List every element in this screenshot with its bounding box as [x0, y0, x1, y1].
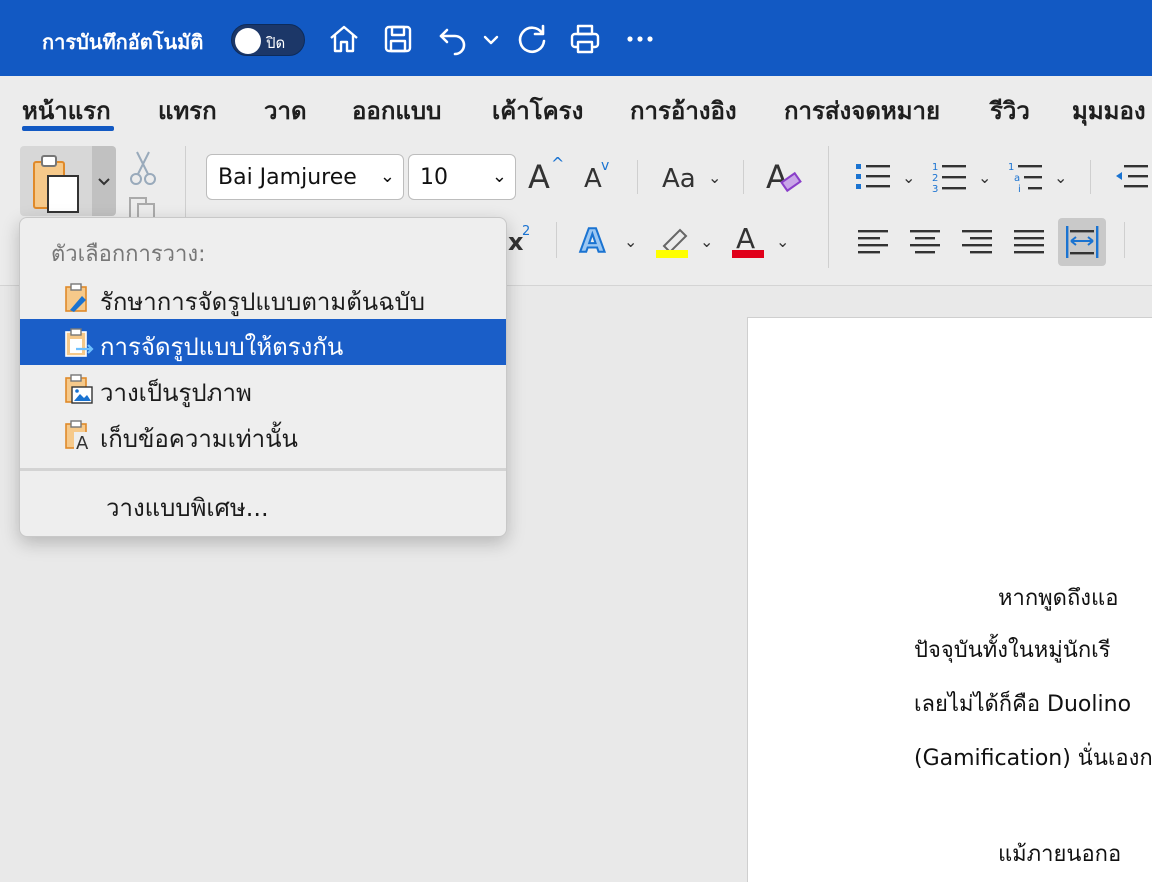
font-name-value: Bai Jamjuree — [218, 165, 357, 190]
paste-button[interactable] — [20, 146, 92, 216]
svg-text:2: 2 — [932, 173, 938, 184]
shrink-font-button[interactable]: A — [584, 164, 602, 194]
doc-line: (Gamification) นั่นเองก — [914, 746, 1152, 771]
paste-options-header: ตัวเลือกการวาง: — [51, 242, 206, 267]
svg-text:1: 1 — [932, 162, 938, 173]
ribbon-separator — [1124, 222, 1125, 258]
tab-mailings[interactable]: การส่งจดหมาย — [784, 91, 940, 130]
change-case-button[interactable]: Aa — [662, 164, 696, 194]
font-size-combo[interactable]: 10 ⌄ — [408, 154, 516, 200]
tab-layout[interactable]: เค้าโครง — [492, 91, 583, 130]
paste-as-picture-icon — [65, 374, 93, 404]
ribbon-separator — [743, 160, 744, 194]
autosave-state: ปิด — [266, 34, 286, 52]
ribbon-separator — [1090, 160, 1091, 194]
menu-item-label: วางเป็นรูปภาพ — [100, 379, 252, 407]
menu-item-keep-source-formatting[interactable]: รักษาการจัดรูปแบบตามต้นฉบับ — [20, 274, 506, 320]
superscript-mark: 2 — [522, 224, 531, 239]
numbering-icon[interactable]: 123 — [932, 160, 968, 198]
menu-item-merge-formatting[interactable]: การจัดรูปแบบให้ตรงกัน — [20, 319, 506, 365]
clear-formatting-button[interactable]: A — [766, 158, 788, 196]
caret-up-icon: ^ — [551, 154, 565, 173]
autosave-toggle[interactable]: ปิด — [231, 24, 305, 56]
bullets-icon[interactable] — [856, 162, 892, 196]
chevron-down-icon[interactable]: ⌄ — [708, 168, 721, 187]
align-left-icon[interactable] — [858, 228, 890, 260]
autosave-label: การบันทึกอัตโนมัติ — [42, 30, 204, 54]
doc-line: หากพูดถึงแอ — [998, 586, 1119, 611]
tab-review[interactable]: รีวิว — [990, 91, 1030, 130]
align-right-icon[interactable] — [962, 228, 994, 260]
caret-down-icon: v — [601, 158, 610, 174]
ribbon-separator — [828, 146, 829, 268]
svg-text:A: A — [76, 433, 89, 451]
tab-home[interactable]: หน้าแรก — [22, 91, 111, 130]
save-icon[interactable] — [380, 20, 416, 58]
menu-item-label: รักษาการจัดรูปแบบตามต้นฉบับ — [100, 288, 426, 316]
chevron-down-icon[interactable]: ⌄ — [700, 232, 713, 251]
active-tab-indicator — [22, 126, 114, 131]
chevron-down-icon: ⌄ — [491, 166, 507, 187]
paste-dropdown-button[interactable] — [92, 146, 116, 216]
svg-text:3: 3 — [932, 184, 938, 194]
more-icon[interactable] — [622, 20, 658, 58]
chevron-down-icon[interactable] — [481, 26, 501, 54]
grow-font-button[interactable]: A — [528, 158, 550, 196]
menu-item-paste-as-picture[interactable]: วางเป็นรูปภาพ — [20, 365, 506, 411]
chevron-down-icon[interactable]: ⌄ — [624, 232, 637, 251]
menu-item-label: การจัดรูปแบบให้ตรงกัน — [100, 333, 344, 361]
font-color-swatch — [732, 250, 764, 258]
menu-item-label: เก็บข้อความเท่านั้น — [100, 425, 298, 453]
ribbon-separator — [556, 222, 557, 258]
keep-source-formatting-icon — [65, 283, 87, 312]
svg-text:1: 1 — [1008, 162, 1014, 173]
svg-text:i: i — [1018, 184, 1021, 194]
align-center-icon[interactable] — [910, 228, 942, 260]
tab-view[interactable]: มุมมอง — [1072, 91, 1146, 130]
toggle-knob — [235, 28, 261, 54]
chevron-down-icon — [98, 178, 110, 186]
highlighter-icon — [656, 228, 688, 258]
paste-special-item[interactable]: วางแบบพิเศษ... — [106, 488, 269, 527]
menu-item-keep-text-only[interactable]: A เก็บข้อความเท่านั้น — [20, 411, 506, 457]
tab-references[interactable]: การอ้างอิง — [630, 91, 737, 130]
distributed-button[interactable] — [1058, 218, 1106, 266]
tab-insert[interactable]: แทรก — [158, 91, 217, 130]
menu-divider — [20, 468, 506, 471]
ribbon-tabs: หน้าแรก แทรก วาด ออกแบบ เค้าโครง การอ้าง… — [0, 76, 1152, 134]
print-icon[interactable] — [567, 20, 603, 58]
decrease-indent-icon[interactable] — [1114, 162, 1152, 196]
multilevel-list-icon[interactable]: 1ai — [1008, 160, 1044, 198]
merge-formatting-icon — [65, 328, 94, 357]
paste-icon — [33, 155, 79, 213]
chevron-down-icon[interactable]: ⌄ — [902, 168, 915, 187]
font-size-value: 10 — [420, 165, 448, 190]
doc-line: เลยไม่ได้ก็คือ Duolino — [914, 692, 1132, 717]
font-name-combo[interactable]: Bai Jamjuree ⌄ — [206, 154, 404, 200]
chevron-down-icon: ⌄ — [379, 166, 395, 187]
doc-line: แม้ภายนอกอ — [998, 842, 1122, 867]
keep-text-only-icon: A — [65, 420, 92, 451]
doc-line: ปัจจุบันทั้งในหมู่นักเรี — [914, 638, 1111, 663]
tab-design[interactable]: ออกแบบ — [352, 91, 441, 130]
highlight-button[interactable] — [656, 224, 690, 264]
redo-icon[interactable] — [514, 20, 550, 58]
distributed-icon — [1066, 226, 1099, 258]
title-bar: การบันทึกอัตโนมัติ ปิด — [0, 0, 1152, 76]
cut-icon[interactable] — [128, 150, 158, 190]
home-icon[interactable] — [326, 20, 362, 58]
tab-draw[interactable]: วาด — [264, 91, 307, 130]
ribbon-separator — [637, 160, 638, 194]
chevron-down-icon[interactable]: ⌄ — [1054, 168, 1067, 187]
undo-icon[interactable] — [435, 20, 471, 58]
paste-options-menu: ตัวเลือกการวาง: รักษาการจัดรูปแบบตามต้นฉ… — [19, 217, 507, 537]
justify-icon[interactable] — [1014, 228, 1046, 260]
text-effects-button[interactable]: A — [579, 221, 606, 261]
chevron-down-icon[interactable]: ⌄ — [978, 168, 991, 187]
svg-text:a: a — [1014, 173, 1020, 184]
chevron-down-icon[interactable]: ⌄ — [776, 232, 789, 251]
